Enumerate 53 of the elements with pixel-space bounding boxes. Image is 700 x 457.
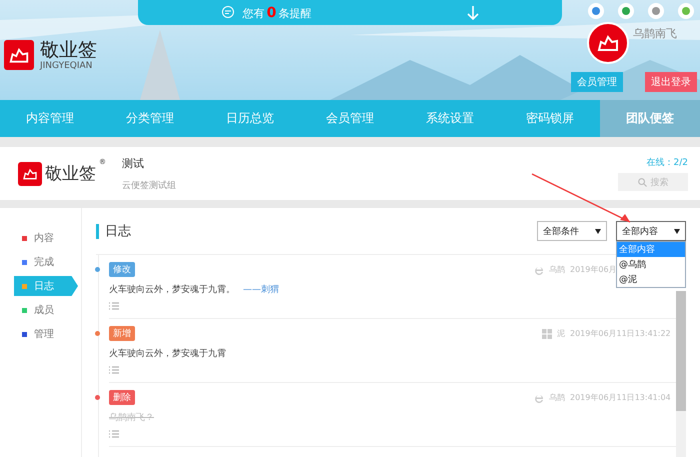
filter-select[interactable]: 全部条件 [537,221,607,241]
nav-tab[interactable]: 会员管理 [300,100,400,137]
dropdown-option[interactable]: 全部内容 [617,242,685,257]
section-title: 日志 [96,224,528,238]
author-name: 泥 [557,328,565,339]
nav-tab[interactable]: 日历总览 [200,100,300,137]
scrollbar-thumb[interactable] [676,291,686,411]
sidebar-item[interactable]: 日志 [14,276,78,296]
entry-time: 2019年06月11日13:41:04 [570,393,671,402]
caret-icon [674,228,680,234]
logout-button[interactable]: 退出登录 [645,72,697,92]
group-brand-name: 敬业签 [45,163,96,185]
down-arrow-icon[interactable] [467,6,480,20]
sidebar-item[interactable]: 完成 [14,252,78,272]
cloud-logo-icon [596,34,620,52]
action-tag: 新增 [109,326,135,341]
sidebar-item[interactable]: 成员 [14,300,78,320]
entry-time: 2019年06月11日13:41:22 [570,329,671,338]
nav-tab[interactable]: 分类管理 [100,100,200,137]
sidebar-item[interactable]: 内容 [14,228,78,248]
online-count: 在线：2/2 [646,156,688,169]
caret-icon [595,228,601,234]
nav-tab[interactable]: 内容管理 [0,100,100,137]
action-tag: 删除 [109,390,135,405]
entry-time: 2019年06月 [570,265,617,274]
filter-select[interactable]: 全部内容 [616,221,686,241]
notification-text: 您有 0 条提醒 [242,4,312,20]
cloud-logo-icon [22,168,38,180]
scrollbar-track[interactable] [676,291,686,457]
list-icon[interactable] [109,430,119,438]
author-name: 乌鹊 [549,264,565,275]
nav-tab[interactable]: 系统设置 [400,100,500,137]
entry-text: 火车驶向云外，梦安魂于九霄 [109,348,227,360]
nav-tab[interactable]: 团队便签 [600,100,700,137]
list-icon[interactable] [109,366,119,374]
entry-text: 乌鹊南飞？ [109,412,155,424]
search-icon [638,178,646,186]
member-button[interactable]: 会员管理 [571,72,623,92]
action-tag: 修改 [109,262,135,277]
sidebar-item[interactable]: 管理 [14,324,78,344]
nav-tab[interactable]: 密码锁屏 [500,100,600,137]
notification-bar[interactable]: 您有 0 条提醒 [138,0,562,25]
group-name: 测试 [122,156,145,170]
chat-bubble-icon [220,6,235,20]
signature-link[interactable]: ——刺猬 [243,285,279,295]
author-name: 乌鹊 [549,392,565,403]
list-icon[interactable] [109,302,119,310]
group-description: 云便签测试组 [122,180,177,192]
brand-latin-name: JINGYEQIAN [40,61,94,71]
brand-name: 敬业签 [40,39,97,61]
entry-text: 火车驶向云外，梦安魂于九霄。 ——刺猬 [109,284,280,296]
cloud-logo-icon [8,46,30,64]
user-name: 乌鹊南飞 [633,26,677,41]
